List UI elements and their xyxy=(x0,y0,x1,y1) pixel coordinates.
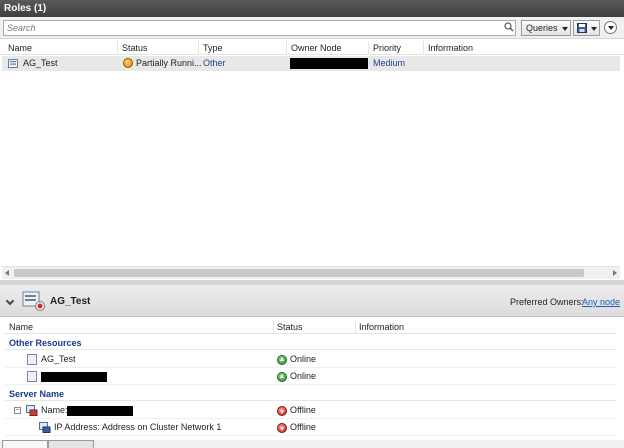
roles-title-bar: Roles (1) xyxy=(0,0,624,17)
search-input[interactable] xyxy=(3,20,516,36)
column-header-priority[interactable]: Priority xyxy=(373,43,401,53)
chevron-down-icon xyxy=(562,27,568,31)
resource-icon xyxy=(27,354,37,365)
column-divider[interactable] xyxy=(368,41,369,54)
column-header-name[interactable]: Name xyxy=(8,43,32,53)
resource-icon xyxy=(27,371,37,382)
partially-running-icon xyxy=(123,58,133,68)
search-toolbar: Queries xyxy=(0,17,624,39)
offline-icon xyxy=(277,423,287,433)
resource-status: Online xyxy=(290,354,317,364)
resource-name-redacted xyxy=(67,406,133,416)
column-divider[interactable] xyxy=(273,321,274,334)
resource-status: Offline xyxy=(290,405,316,415)
column-header-status[interactable]: Status xyxy=(122,43,148,53)
scrollbar-thumb[interactable] xyxy=(14,269,584,277)
save-query-button[interactable] xyxy=(573,20,600,36)
chevron-down-icon xyxy=(591,27,597,31)
role-priority: Medium xyxy=(373,58,406,68)
column-divider[interactable] xyxy=(286,41,287,54)
preferred-owners-link[interactable]: Any node xyxy=(582,297,620,307)
resource-name: AG_Test xyxy=(41,354,76,364)
queries-button[interactable]: Queries xyxy=(521,20,571,36)
list-item[interactable]: − Name: Offline xyxy=(5,403,617,419)
tree-collapse-icon[interactable]: − xyxy=(14,407,21,414)
scroll-left-icon[interactable] xyxy=(5,270,9,276)
list-item[interactable]: AG_Test Online xyxy=(5,352,617,368)
detail-pane-header: AG_Test Preferred Owners: Any node xyxy=(0,285,624,317)
resources-grid-header: Name Status Information xyxy=(5,320,617,334)
resource-status: Offline xyxy=(290,422,316,432)
tab-summary[interactable] xyxy=(2,440,48,448)
table-row[interactable]: AG_Test Partially Runni... Other Medium xyxy=(2,56,620,71)
horizontal-scrollbar[interactable] xyxy=(2,266,620,279)
column-header-information[interactable]: Information xyxy=(359,322,404,332)
detail-title: AG_Test xyxy=(50,296,91,307)
cluster-role-icon xyxy=(8,59,18,68)
ip-address-icon xyxy=(39,422,51,433)
scroll-right-icon[interactable] xyxy=(613,270,617,276)
column-divider[interactable] xyxy=(198,41,199,54)
resource-name: IP Address: Address on Cluster Network 1 xyxy=(54,422,222,432)
role-type: Other xyxy=(203,58,226,68)
save-icon xyxy=(577,23,587,33)
roles-grid-header: Name Status Type Owner Node Priority Inf… xyxy=(0,40,624,55)
role-status: Partially Runni... xyxy=(136,58,202,68)
resource-status: Online xyxy=(290,371,317,381)
offline-icon xyxy=(277,406,287,416)
column-header-owner-node[interactable]: Owner Node xyxy=(291,43,342,53)
preferred-owners-label: Preferred Owners: xyxy=(510,297,584,307)
list-item[interactable]: IP Address: Address on Cluster Network 1… xyxy=(5,420,617,436)
online-icon xyxy=(277,372,287,382)
resource-name: Name: xyxy=(41,405,68,415)
column-header-status[interactable]: Status xyxy=(277,322,303,332)
column-divider[interactable] xyxy=(423,41,424,54)
collapse-icon[interactable] xyxy=(5,296,15,306)
network-name-icon xyxy=(26,405,38,416)
column-header-type[interactable]: Type xyxy=(203,43,223,53)
bottom-tab-strip xyxy=(0,440,624,448)
column-divider[interactable] xyxy=(355,321,356,334)
tab-resources[interactable] xyxy=(48,440,94,448)
resource-name-redacted xyxy=(41,372,107,382)
roles-title: Roles (1) xyxy=(4,3,47,14)
group-header-server-name: Server Name xyxy=(5,387,617,401)
group-header-other-resources: Other Resources xyxy=(5,336,617,350)
expand-toolbar-button[interactable] xyxy=(604,21,617,34)
column-divider[interactable] xyxy=(117,41,118,54)
column-header-information[interactable]: Information xyxy=(428,43,473,53)
search-icon[interactable] xyxy=(504,22,514,32)
queries-label: Queries xyxy=(526,23,558,33)
role-large-icon xyxy=(22,291,45,311)
chevron-down-icon xyxy=(608,26,614,30)
column-header-name[interactable]: Name xyxy=(9,322,33,332)
online-icon xyxy=(277,355,287,365)
owner-node-redacted xyxy=(290,58,368,69)
role-name: AG_Test xyxy=(23,58,58,68)
list-item[interactable]: Online xyxy=(5,369,617,385)
